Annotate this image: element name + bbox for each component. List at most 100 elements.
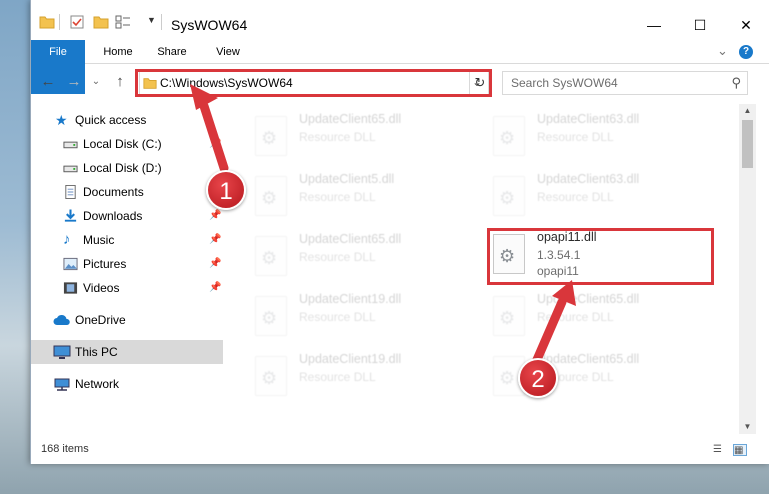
window-title: SysWOW64: [171, 17, 248, 33]
search-icon[interactable]: ⚲: [731, 75, 741, 91]
explorer-window: ▼ SysWOW64 — ☐ ✕ File Home Share View ⌄ …: [30, 0, 769, 464]
search-input[interactable]: Search SysWOW64: [511, 76, 618, 90]
vertical-scrollbar[interactable]: ▲ ▼: [739, 104, 756, 434]
sidebar-item-label: Local Disk (C:): [83, 137, 162, 151]
recent-locations-button[interactable]: ⌄: [87, 73, 105, 91]
properties-icon[interactable]: [69, 14, 85, 30]
sidebar-item-label: OneDrive: [75, 313, 126, 327]
computer-icon: [53, 345, 71, 359]
scroll-up-icon[interactable]: ▲: [739, 104, 756, 118]
divider: [161, 14, 162, 30]
navigation-pane: ★ Quick access Local Disk (C:) 📌 Local D…: [31, 104, 223, 434]
view-options-icon[interactable]: [115, 14, 131, 30]
file-item[interactable]: ⚙ UpdateClient19.dll Resource DLL: [227, 288, 453, 342]
step-2-badge: 2: [518, 358, 558, 398]
pictures-icon: [63, 257, 78, 271]
scroll-down-icon[interactable]: ▼: [739, 420, 756, 434]
file-item[interactable]: ⚙ UpdateClient63.dll Resource DLL: [465, 108, 691, 162]
minimize-button[interactable]: —: [631, 10, 677, 40]
file-item[interactable]: ⚙ UpdateClient65.dll Resource DLL: [227, 108, 453, 162]
tab-share[interactable]: Share: [149, 40, 195, 64]
file-type: Resource DLL: [537, 130, 614, 144]
file-type: Resource DLL: [299, 250, 376, 264]
file-name: UpdateClient63.dll: [537, 172, 640, 186]
sidebar-item-pictures[interactable]: Pictures 📌: [31, 252, 223, 276]
tab-view[interactable]: View: [205, 40, 251, 64]
dll-file-icon: ⚙: [255, 356, 287, 396]
pin-icon[interactable]: 📌: [209, 132, 221, 156]
file-item[interactable]: ⚙ UpdateClient65.dll Resource DLL: [227, 228, 453, 282]
close-button[interactable]: ✕: [723, 10, 769, 40]
tab-home[interactable]: Home: [93, 40, 143, 64]
file-type: Resource DLL: [537, 310, 614, 324]
file-type: Resource DLL: [299, 190, 376, 204]
music-icon: ♪: [63, 231, 71, 248]
network-icon: [54, 378, 70, 391]
document-icon: [65, 185, 76, 199]
sidebar-item-label: Local Disk (D:): [83, 161, 162, 175]
customize-toolbar-chevron-icon[interactable]: ▼: [147, 15, 156, 25]
dll-file-icon: ⚙: [255, 236, 287, 276]
sidebar-item-label: Videos: [83, 281, 120, 295]
search-box[interactable]: Search SysWOW64 ⚲: [502, 71, 748, 95]
dll-file-icon: ⚙: [255, 176, 287, 216]
file-name: UpdateClient19.dll: [299, 352, 402, 366]
sidebar-item-label: Documents: [83, 185, 144, 199]
dll-file-icon: ⚙: [255, 296, 287, 336]
large-icons-view-icon[interactable]: ▦: [733, 444, 747, 456]
file-item[interactable]: ⚙ UpdateClient5.dll Resource DLL: [227, 168, 453, 222]
forward-button[interactable]: →: [65, 73, 83, 91]
file-name: UpdateClient63.dll: [537, 112, 640, 126]
sidebar-item-this-pc[interactable]: This PC: [31, 340, 223, 364]
pin-icon[interactable]: 📌: [209, 252, 221, 276]
videos-icon: [63, 282, 78, 294]
sidebar-item-local-disk-c[interactable]: Local Disk (C:) 📌: [31, 132, 223, 156]
sidebar-item-local-disk-d[interactable]: Local Disk (D:): [31, 156, 223, 180]
file-item[interactable]: ⚙ UpdateClient63.dll Resource DLL: [465, 168, 691, 222]
status-bar: 168 items ☰ ▦: [31, 436, 769, 464]
details-view-icon[interactable]: ☰: [713, 444, 727, 456]
file-type: Resource DLL: [299, 130, 376, 144]
up-button[interactable]: ↑: [111, 73, 129, 91]
sidebar-item-onedrive[interactable]: OneDrive: [31, 308, 223, 332]
pin-icon[interactable]: 📌: [209, 276, 221, 300]
sidebar-item-label: Network: [75, 377, 120, 391]
title-bar: ▼ SysWOW64 — ☐ ✕: [31, 0, 769, 40]
maximize-button[interactable]: ☐: [677, 10, 723, 40]
star-icon: ★: [55, 112, 68, 128]
file-name: UpdateClient65.dll: [537, 292, 640, 306]
sidebar-item-videos[interactable]: Videos 📌: [31, 276, 223, 300]
pin-icon[interactable]: 📌: [209, 228, 221, 252]
sidebar-item-documents[interactable]: Documents 📌: [31, 180, 223, 204]
back-button[interactable]: ←: [39, 73, 57, 91]
new-folder-icon[interactable]: [93, 14, 109, 30]
file-name: UpdateClient65.dll: [299, 232, 402, 246]
sidebar-item-quick-access[interactable]: ★ Quick access: [31, 108, 223, 132]
sidebar-item-music[interactable]: ♪ Music 📌: [31, 228, 223, 252]
file-name: UpdateClient65.dll: [299, 112, 402, 126]
folder-icon: [39, 16, 55, 29]
file-name: UpdateClient19.dll: [299, 292, 402, 306]
sidebar-item-label: Downloads: [83, 209, 143, 223]
sidebar-item-network[interactable]: Network: [31, 372, 223, 396]
divider: [59, 14, 60, 30]
scrollbar-thumb[interactable]: [742, 120, 753, 168]
sidebar-item-label: Pictures: [83, 257, 127, 271]
file-item[interactable]: ⚙ UpdateClient65.dll Resource DLL: [465, 348, 691, 402]
expand-ribbon-icon[interactable]: ⌄: [717, 43, 728, 59]
dll-file-icon: ⚙: [255, 116, 287, 156]
dll-file-icon: ⚙: [493, 296, 525, 336]
address-highlight-box: [135, 69, 492, 97]
drive-icon: [63, 165, 78, 173]
step-1-badge: 1: [206, 170, 246, 210]
dll-file-icon: ⚙: [493, 116, 525, 156]
file-item[interactable]: ⚙ UpdateClient19.dll Resource DLL: [227, 348, 453, 402]
file-highlight-box: [487, 228, 714, 285]
help-icon[interactable]: ?: [739, 45, 753, 59]
cloud-icon: [53, 314, 70, 325]
file-item[interactable]: ⚙ UpdateClient65.dll Resource DLL: [465, 288, 691, 342]
sidebar-item-label: Music: [83, 233, 115, 247]
sidebar-item-downloads[interactable]: Downloads 📌: [31, 204, 223, 228]
drive-icon: [63, 141, 78, 149]
download-icon: [64, 209, 77, 222]
